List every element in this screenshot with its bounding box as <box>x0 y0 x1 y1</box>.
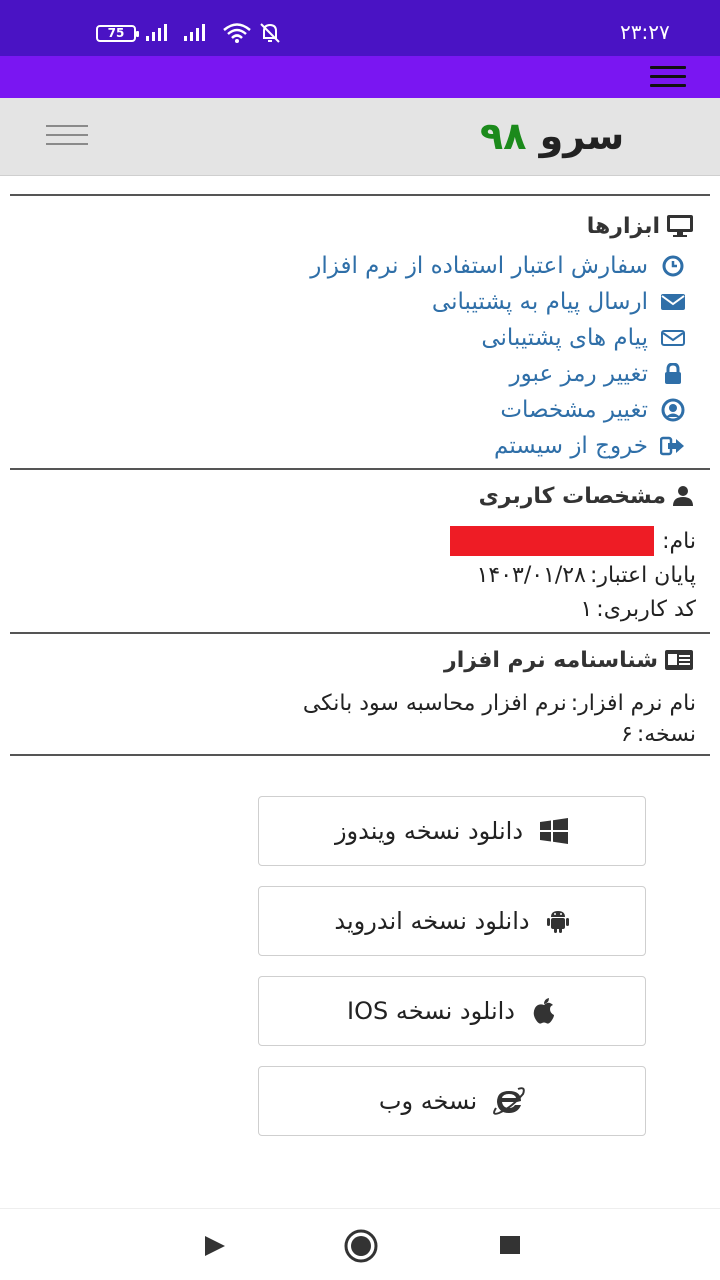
tool-link-label: تغییر مشخصات <box>500 397 648 423</box>
web-version-button[interactable]: نسخه وب <box>258 1066 646 1136</box>
software-name-row: نام نرم افزار: نرم افزار محاسبه سود بانک… <box>10 686 696 720</box>
site-logo[interactable]: سرو ۹۸ <box>480 114 624 158</box>
tool-link-order-credit[interactable]: سفارش اعتبار استفاده از نرم افزار <box>10 248 686 284</box>
divider <box>10 632 710 634</box>
bell-off-icon <box>260 23 280 43</box>
internet-explorer-icon <box>493 1087 525 1115</box>
nav-toggle-button[interactable] <box>46 125 88 147</box>
tools-section-title: ابزارها <box>10 204 710 248</box>
expiry-row: پایان اعتبار: ۱۴۰۳/۰۱/۲۸ <box>10 558 696 592</box>
logo-text: سرو <box>539 114 625 158</box>
windows-icon <box>540 818 569 844</box>
tool-link-label: ارسال پیام به پشتیبانی <box>431 289 648 315</box>
tool-link-label: سفارش اعتبار استفاده از نرم افزار <box>310 253 648 279</box>
system-nav-bar <box>0 1208 720 1280</box>
user-info-section-title: مشخصات کاربری <box>10 474 710 518</box>
monitor-icon <box>667 215 693 237</box>
divider <box>10 754 710 756</box>
tool-link-logout[interactable]: خروج از سیستم <box>10 428 686 464</box>
logo-number: ۹۸ <box>480 114 527 158</box>
back-icon[interactable] <box>204 1235 226 1257</box>
signal-icon <box>184 24 205 41</box>
tools-list: سفارش اعتبار استفاده از نرم افزار ارسال … <box>10 248 710 464</box>
signal-icon <box>146 24 167 41</box>
redacted-name <box>450 526 655 556</box>
recents-icon[interactable] <box>500 1236 520 1254</box>
tool-link-label: پیام های پشتیبانی <box>481 325 648 351</box>
download-android-label: دانلود نسخه اندروید <box>334 907 530 935</box>
tool-link-label: تغییر رمز عبور <box>509 361 648 387</box>
download-android-button[interactable]: دانلود نسخه اندروید <box>258 886 646 956</box>
battery-level: 75 <box>107 26 125 40</box>
user-icon <box>673 486 693 506</box>
software-section-title: شناسنامه نرم افزار <box>10 638 710 682</box>
download-ios-button[interactable]: دانلود نسخه IOS <box>258 976 646 1046</box>
main-content: ابزارها سفارش اعتبار استفاده از نرم افزا… <box>10 176 710 756</box>
id-card-icon <box>665 650 693 670</box>
envelope-outline-icon <box>661 330 685 346</box>
status-bar: 75 ۲۳:۲۷ <box>0 0 720 56</box>
tool-link-send-message[interactable]: ارسال پیام به پشتیبانی <box>10 284 686 320</box>
tool-link-label: خروج از سیستم <box>494 433 648 459</box>
software-version-label: نسخه: <box>636 721 696 747</box>
sign-out-icon <box>660 436 684 456</box>
apple-icon <box>533 998 554 1024</box>
home-icon[interactable] <box>344 1229 378 1263</box>
status-clock: ۲۳:۲۷ <box>620 20 670 44</box>
user-code-label: کد کاربری: <box>596 596 696 622</box>
user-code-value: ۱ <box>580 596 593 622</box>
site-header: سرو ۹۸ <box>0 98 720 176</box>
android-icon <box>546 911 569 933</box>
wifi-icon <box>223 23 251 43</box>
tool-link-support-messages[interactable]: پیام های پشتیبانی <box>10 320 686 356</box>
software-title: شناسنامه نرم افزار <box>444 647 658 673</box>
user-circle-icon <box>661 398 685 422</box>
divider <box>10 194 710 196</box>
download-windows-label: دانلود نسخه ویندوز <box>334 817 524 845</box>
tools-title: ابزارها <box>586 213 660 239</box>
download-buttons: دانلود نسخه ویندوز دانلود نسخه اندروید د… <box>258 796 646 1156</box>
software-details: نام نرم افزار: نرم افزار محاسبه سود بانک… <box>10 686 710 748</box>
tool-link-change-password[interactable]: تغییر رمز عبور <box>10 356 686 392</box>
expiry-value: ۱۴۰۳/۰۱/۲۸ <box>476 562 586 588</box>
divider <box>10 468 710 470</box>
battery-icon: 75 <box>96 25 139 42</box>
user-name-row: نام: <box>10 524 696 558</box>
download-windows-button[interactable]: دانلود نسخه ویندوز <box>258 796 646 866</box>
lock-icon <box>665 363 681 384</box>
user-info-details: نام: پایان اعتبار: ۱۴۰۳/۰۱/۲۸ کد کاربری:… <box>10 524 710 626</box>
software-version-value: ۶ <box>621 721 633 747</box>
tool-link-change-profile[interactable]: تغییر مشخصات <box>10 392 686 428</box>
envelope-icon <box>661 294 685 310</box>
software-version-row: نسخه: ۶ <box>10 720 696 748</box>
name-label: نام: <box>662 528 696 554</box>
expiry-label: پایان اعتبار: <box>589 562 696 588</box>
software-name-value: نرم افزار محاسبه سود بانکی <box>302 690 567 716</box>
web-version-label: نسخه وب <box>378 1087 478 1115</box>
clock-icon <box>662 255 684 277</box>
hamburger-icon[interactable] <box>650 66 686 88</box>
user-code-row: کد کاربری: ۱ <box>10 592 696 626</box>
software-name-label: نام نرم افزار: <box>570 690 696 716</box>
download-ios-label: دانلود نسخه IOS <box>347 997 515 1025</box>
user-info-title: مشخصات کاربری <box>478 483 666 509</box>
app-bar <box>0 56 720 98</box>
